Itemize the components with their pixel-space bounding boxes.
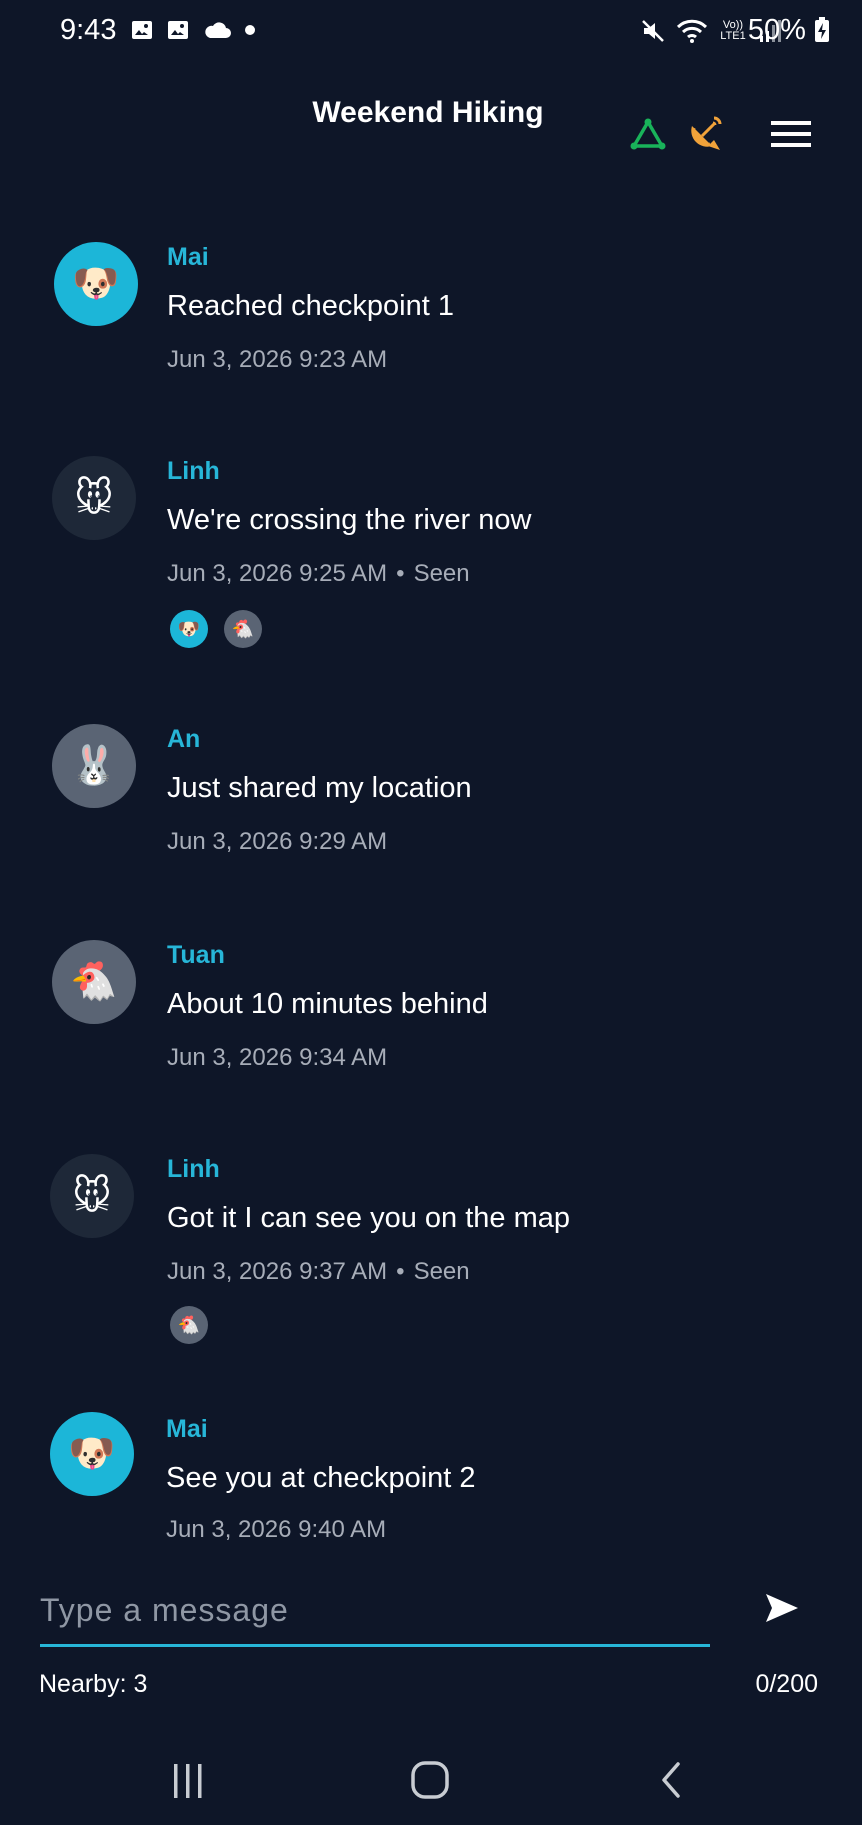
message-sender: Mai bbox=[166, 1415, 208, 1443]
network-icon[interactable] bbox=[624, 110, 672, 158]
message-text: We're crossing the river now bbox=[167, 504, 532, 536]
message-input-container bbox=[40, 1580, 710, 1647]
wifi-icon bbox=[676, 18, 708, 44]
seen-by-avatars: 🐔 bbox=[170, 1306, 208, 1344]
message-sender: An bbox=[167, 725, 201, 753]
message-time: Jun 3, 2026 9:29 AM bbox=[167, 828, 388, 855]
home-icon[interactable] bbox=[400, 1750, 460, 1810]
nearby-count: Nearby: 3 bbox=[39, 1670, 148, 1698]
notification-icons bbox=[130, 18, 256, 42]
gallery-icon bbox=[166, 18, 190, 42]
separator-dot: • bbox=[396, 560, 405, 587]
hamburger-menu-icon[interactable] bbox=[767, 110, 815, 158]
avatar[interactable]: 🐭 bbox=[52, 456, 136, 540]
seen-by-avatars: 🐶 🐔 bbox=[170, 610, 262, 648]
mute-icon bbox=[640, 18, 666, 44]
message-sender: Linh bbox=[167, 457, 220, 485]
message-sender: Linh bbox=[167, 1155, 220, 1183]
dot-icon bbox=[244, 24, 256, 36]
battery-level: 50% bbox=[748, 14, 830, 47]
seen-avatar: 🐔 bbox=[224, 610, 262, 648]
message-input[interactable] bbox=[40, 1580, 710, 1640]
message-time: Jun 3, 2026 9:23 AM bbox=[167, 346, 388, 373]
status-bar: 9:43 Vo)) LTE1 50% bbox=[0, 0, 862, 66]
seen-status: Seen bbox=[413, 1258, 470, 1285]
message-meta: Jun 3, 2026 9:23 AM bbox=[167, 346, 387, 374]
message-meta: Jun 3, 2026 9:34 AM bbox=[167, 1044, 387, 1072]
message-sender: Mai bbox=[167, 243, 209, 271]
lte-icon: Vo)) LTE1 bbox=[720, 19, 746, 42]
send-icon[interactable] bbox=[758, 1584, 806, 1632]
avatar[interactable]: 🐔 bbox=[52, 940, 136, 1024]
back-icon[interactable] bbox=[641, 1750, 701, 1810]
seen-status: Seen bbox=[413, 560, 470, 587]
status-time: 9:43 bbox=[60, 14, 117, 46]
message-text: Just shared my location bbox=[167, 772, 472, 804]
battery-charging-icon bbox=[815, 17, 829, 42]
seen-avatar: 🐶 bbox=[170, 610, 208, 648]
system-nav-bar bbox=[0, 1740, 862, 1825]
avatar[interactable]: 🐶 bbox=[50, 1412, 134, 1496]
message-meta: Jun 3, 2026 9:25 AM • Seen bbox=[167, 560, 470, 588]
message-text: See you at checkpoint 2 bbox=[166, 1462, 476, 1494]
seen-avatar: 🐔 bbox=[170, 1306, 208, 1344]
message-time: Jun 3, 2026 9:37 AM bbox=[167, 1258, 388, 1285]
recent-apps-icon[interactable] bbox=[158, 1750, 218, 1810]
message-text: Got it I can see you on the map bbox=[167, 1202, 571, 1234]
message-sender: Tuan bbox=[167, 941, 225, 969]
message-text: Reached checkpoint 1 bbox=[167, 290, 454, 322]
app-header: Weekend Hiking bbox=[0, 80, 862, 180]
cloud-icon bbox=[202, 19, 232, 41]
message-meta: Jun 3, 2026 9:40 AM bbox=[166, 1516, 386, 1544]
message-meta: Jun 3, 2026 9:29 AM bbox=[167, 828, 387, 856]
char-counter: 0/200 bbox=[755, 1670, 818, 1698]
message-time: Jun 3, 2026 9:34 AM bbox=[167, 1044, 388, 1071]
satellite-dish-icon[interactable] bbox=[680, 110, 728, 158]
message-meta: Jun 3, 2026 9:37 AM • Seen bbox=[167, 1258, 470, 1286]
message-time: Jun 3, 2026 9:25 AM bbox=[167, 560, 388, 587]
message-time: Jun 3, 2026 9:40 AM bbox=[166, 1516, 387, 1543]
avatar[interactable]: 🐭 bbox=[50, 1154, 134, 1238]
avatar[interactable]: 🐶 bbox=[54, 242, 138, 326]
gallery-icon bbox=[130, 18, 154, 42]
avatar[interactable]: 🐰 bbox=[52, 724, 136, 808]
message-text: About 10 minutes behind bbox=[167, 988, 488, 1020]
separator-dot: • bbox=[396, 1258, 405, 1285]
